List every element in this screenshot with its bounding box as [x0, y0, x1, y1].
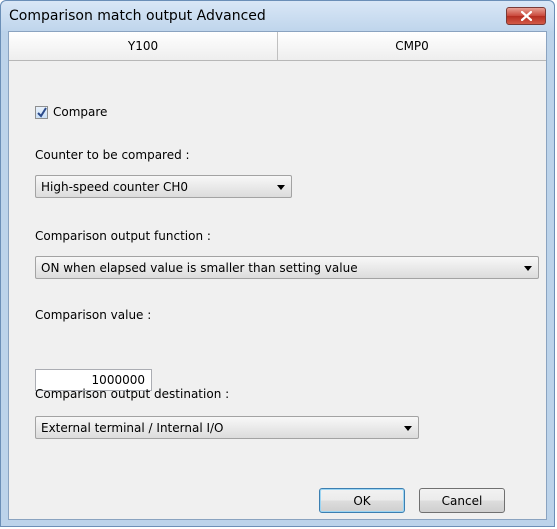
counter-dropdown[interactable]: High-speed counter CH0 — [35, 175, 292, 198]
close-icon — [521, 11, 532, 21]
cancel-button[interactable]: Cancel — [419, 488, 505, 513]
destination-value: External terminal / Internal I/O — [41, 420, 224, 435]
function-label: Comparison output function : — [35, 229, 211, 243]
counter-value: High-speed counter CH0 — [41, 179, 188, 194]
compare-checkbox[interactable] — [35, 105, 48, 119]
title-bar[interactable]: Comparison match output Advanced — [1, 1, 554, 31]
chevron-down-icon — [277, 185, 285, 190]
destination-dropdown[interactable]: External terminal / Internal I/O — [35, 416, 419, 439]
function-dropdown[interactable]: ON when elapsed value is smaller than se… — [35, 256, 539, 279]
destination-label: Comparison output destination : — [35, 387, 230, 401]
dialog-window: Comparison match output Advanced Y100 CM… — [0, 0, 555, 527]
dialog-client-area: Y100 CMP0 Compare Counter to be compared… — [8, 31, 547, 520]
chevron-down-icon — [404, 426, 412, 431]
compare-label: Compare — [53, 105, 108, 119]
ok-button[interactable]: OK — [319, 488, 405, 513]
compare-checkbox-row[interactable]: Compare — [35, 105, 107, 119]
window-title: Comparison match output Advanced — [9, 8, 266, 24]
header-cell-device: Y100 — [9, 32, 277, 60]
counter-label: Counter to be compared : — [35, 148, 190, 162]
function-value: ON when elapsed value is smaller than se… — [41, 260, 358, 275]
checkmark-icon — [37, 106, 47, 118]
header-row: Y100 CMP0 — [9, 32, 546, 61]
close-button[interactable] — [506, 7, 546, 25]
comparison-value-label: Comparison value : — [35, 308, 152, 322]
header-cell-compare-id: CMP0 — [277, 32, 546, 60]
chevron-down-icon — [524, 266, 532, 271]
